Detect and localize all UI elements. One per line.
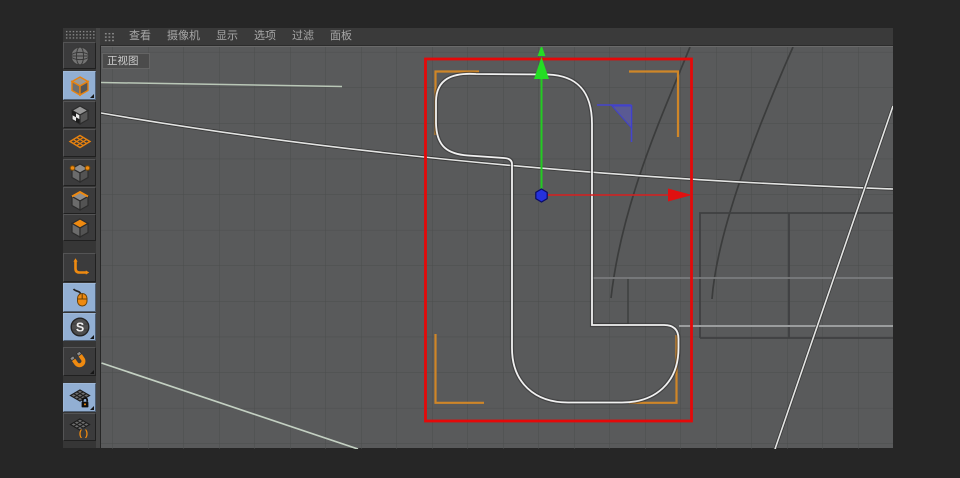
edges-mode-button[interactable]	[63, 187, 96, 214]
mouse-icon	[72, 287, 87, 306]
svg-text:(): ()	[77, 428, 88, 439]
cube-icon	[70, 75, 89, 96]
texture-mode-button[interactable]	[63, 101, 96, 128]
palette-edge	[96, 28, 100, 448]
snap-settings-button[interactable]: S	[63, 313, 96, 341]
viewport-grid	[101, 47, 893, 449]
axis-corner-icon	[72, 257, 89, 275]
render-view-button[interactable]	[63, 42, 96, 69]
cube-face-icon	[70, 217, 89, 238]
viewport-label[interactable]: 正视图	[102, 53, 150, 69]
points-mode-button[interactable]	[63, 159, 96, 186]
cube-points-icon	[69, 162, 90, 183]
grid-lock-icon	[68, 388, 91, 407]
menu-item-filter[interactable]: 过滤	[284, 28, 322, 45]
menu-item-options[interactable]: 选项	[246, 28, 284, 45]
application-window: 查看 摄像机 显示 选项 过滤 面板 S () 正视图	[0, 0, 960, 478]
menu-item-camera[interactable]: 摄像机	[159, 28, 208, 45]
cube-edges-icon	[70, 190, 89, 211]
enable-axis-button[interactable]	[63, 253, 96, 282]
tool-palette: S ()	[63, 28, 100, 448]
menu-item-view[interactable]: 查看	[121, 28, 159, 45]
globe-icon	[69, 45, 90, 66]
menu-item-display[interactable]: 显示	[208, 28, 246, 45]
workplane-mode-button[interactable]	[63, 129, 96, 157]
menu-grip-icon[interactable]	[104, 31, 115, 42]
magnet-icon	[68, 350, 85, 367]
orange-grid-icon	[68, 134, 91, 149]
snapping-button[interactable]	[63, 347, 96, 376]
viewport-svg	[101, 47, 893, 449]
menu-item-panel[interactable]: 面板	[322, 28, 360, 45]
planar-workplane-button[interactable]: ()	[63, 413, 96, 441]
svg-text:S: S	[75, 320, 83, 334]
polygons-mode-button[interactable]	[63, 214, 96, 241]
menu-bar: 查看 摄像机 显示 选项 过滤 面板	[100, 28, 893, 46]
model-mode-button[interactable]	[63, 71, 96, 100]
checkered-cube-icon	[70, 104, 89, 125]
s-badge-icon: S	[69, 317, 90, 337]
grid-paren-icon: ()	[68, 418, 91, 439]
tweak-mode-button[interactable]	[63, 283, 96, 312]
palette-grip-icon[interactable]	[65, 30, 95, 39]
workplane-lock-button[interactable]	[63, 383, 96, 412]
origin-point[interactable]	[535, 188, 548, 203]
viewport-canvas[interactable]: 正视图	[101, 46, 893, 449]
